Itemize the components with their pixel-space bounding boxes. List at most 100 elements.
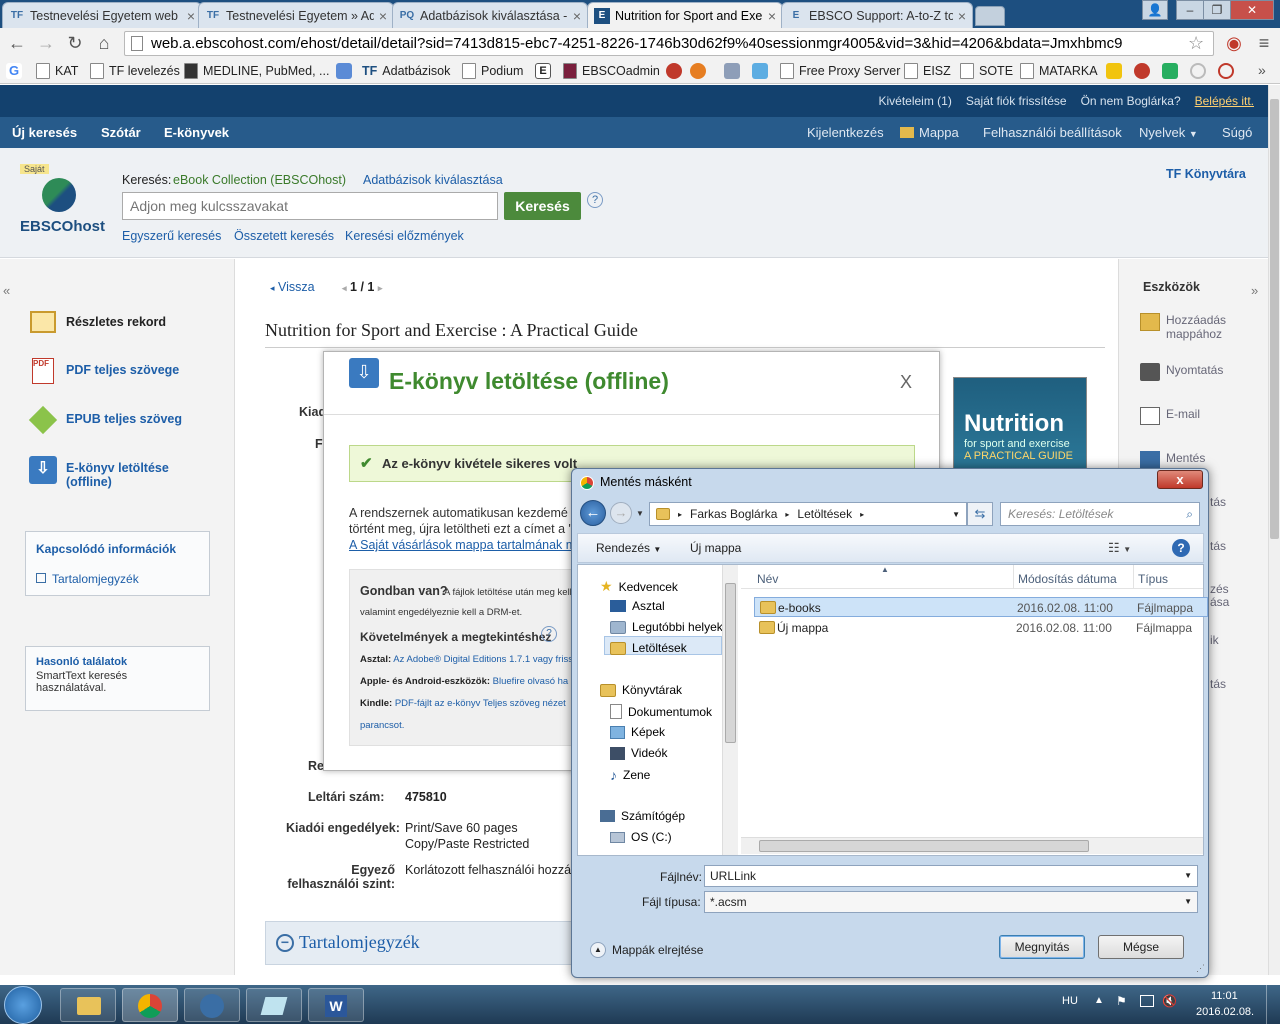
collapse-left-icon[interactable]: « xyxy=(3,283,10,298)
column-modified[interactable]: Módosítás dátuma xyxy=(1018,572,1117,586)
nav-pictures[interactable]: Képek xyxy=(610,725,665,739)
column-type[interactable]: Típus xyxy=(1138,572,1168,586)
nav-desktop[interactable]: Asztal xyxy=(610,599,665,613)
extension-icon[interactable]: ◉ xyxy=(1222,32,1246,54)
caret-left-icon[interactable]: ◂ xyxy=(342,283,347,293)
menu-icon[interactable]: ≡ xyxy=(1252,32,1276,54)
help-link[interactable]: Súgó xyxy=(1222,117,1252,148)
dictionary-link[interactable]: Szótár xyxy=(101,117,141,148)
reload-icon[interactable]: ↻ xyxy=(63,32,87,54)
scrollbar-thumb[interactable] xyxy=(725,583,736,743)
tab-2[interactable]: TF Testnevelési Egyetem » Ad × xyxy=(198,2,394,28)
dialog-back-button[interactable]: ← xyxy=(580,500,606,526)
close-icon[interactable]: × xyxy=(958,8,966,24)
nav-videos[interactable]: Videók xyxy=(610,746,667,760)
nav-favorites[interactable]: ★ Kedvencek xyxy=(600,578,678,595)
help-icon[interactable]: ? xyxy=(541,626,557,642)
advanced-search-link[interactable]: Összetett keresés xyxy=(234,229,334,243)
save-tool[interactable]: Mentés xyxy=(1140,451,1205,469)
nav-libraries[interactable]: Könyvtárak xyxy=(600,683,682,697)
back-icon[interactable]: ← xyxy=(5,32,29,54)
simple-search-link[interactable]: Egyszerű keresés xyxy=(122,229,221,243)
column-name[interactable]: Név xyxy=(757,572,778,586)
hide-folders-toggle[interactable]: ▲ Mappák elrejtése xyxy=(590,942,703,958)
tool-label-partial[interactable]: tás xyxy=(1210,539,1226,553)
app-taskbar-icon[interactable] xyxy=(246,988,302,1022)
volume-muted-icon[interactable]: 🔇 xyxy=(1162,994,1177,1008)
search-button[interactable]: Keresés xyxy=(504,192,581,220)
network-icon[interactable] xyxy=(1140,995,1154,1007)
google-icon[interactable]: G xyxy=(6,63,22,79)
explorer-taskbar-icon[interactable] xyxy=(60,988,116,1022)
scrollbar-thumb[interactable] xyxy=(759,840,1089,852)
bookmark-free-proxy[interactable]: Free Proxy Server xyxy=(780,61,900,81)
chevron-down-icon[interactable]: ▼ xyxy=(952,510,960,519)
clock-time[interactable]: 11:01 xyxy=(1211,990,1238,1002)
tool-label-partial[interactable]: ik xyxy=(1210,633,1219,647)
ebsco-icon[interactable]: E xyxy=(535,63,551,79)
file-list-hscrollbar[interactable] xyxy=(741,837,1203,854)
close-window-button[interactable]: ✕ xyxy=(1230,0,1274,20)
more-bookmarks-icon[interactable]: » xyxy=(1258,62,1266,78)
add-to-folder-tool[interactable]: Hozzáadás mappához xyxy=(1140,313,1240,341)
minimize-button[interactable]: – xyxy=(1176,0,1204,20)
print-tool[interactable]: Nyomtatás xyxy=(1140,363,1223,381)
back-link[interactable]: ◂ Vissza xyxy=(270,280,315,294)
chevron-down-icon[interactable]: ▼ xyxy=(636,509,644,518)
nav-computer[interactable]: Számítógép xyxy=(600,809,685,823)
new-folder-button[interactable]: Új mappa xyxy=(690,541,741,555)
toc-section-header[interactable]: − Tartalomjegyzék xyxy=(265,921,575,965)
bookmark-icon[interactable] xyxy=(690,63,706,79)
bookmark-icon[interactable] xyxy=(1134,63,1150,79)
dialog-search-input[interactable]: Keresés: Letöltések ⌕ xyxy=(1000,502,1200,526)
nav-music[interactable]: ♪ Zene xyxy=(610,767,650,783)
nav-documents[interactable]: Dokumentumok xyxy=(610,704,712,719)
chevron-down-icon[interactable]: ▼ xyxy=(1184,866,1192,886)
folder-link[interactable]: Mappa xyxy=(900,117,959,148)
nav-scrollbar[interactable] xyxy=(722,565,738,855)
scrollbar-thumb[interactable] xyxy=(1270,99,1279,539)
bookmark-tf-levelezes[interactable]: TF levelezés xyxy=(90,61,180,81)
search-history-link[interactable]: Keresési előzmények xyxy=(345,229,464,243)
flag-icon[interactable]: ⚑ xyxy=(1116,994,1127,1008)
modal-close-button[interactable]: X xyxy=(900,372,912,393)
similar-results-title[interactable]: Hasonló találatok xyxy=(36,656,199,668)
bookmark-kat[interactable]: KAT xyxy=(36,61,78,81)
req-kindle-cont[interactable]: parancsot. xyxy=(360,720,404,731)
close-icon[interactable]: × xyxy=(573,8,581,24)
new-search-link[interactable]: Új keresés xyxy=(12,117,77,148)
maximize-button[interactable]: ❐ xyxy=(1203,0,1231,20)
tool-label-partial[interactable]: zés ása xyxy=(1210,583,1240,609)
bookmark-icon[interactable] xyxy=(666,63,682,79)
bookmark-medline[interactable]: MEDLINE, PubMed, ... xyxy=(184,61,329,81)
tab-1[interactable]: TF Testnevelési Egyetem web × xyxy=(2,2,202,28)
nav-downloads[interactable]: Letöltések xyxy=(610,641,687,655)
help-icon[interactable]: ? xyxy=(587,192,603,208)
start-button[interactable] xyxy=(4,986,42,1024)
filetype-select[interactable]: *.acsm ▼ xyxy=(704,891,1198,913)
home-icon[interactable]: ⌂ xyxy=(92,32,116,54)
forward-icon[interactable]: → xyxy=(34,32,58,54)
bookmark-icon[interactable] xyxy=(336,63,352,79)
tool-label-partial[interactable]: tás xyxy=(1210,677,1226,691)
preferences-link[interactable]: Felhasználói beállítások xyxy=(983,117,1122,148)
path-bar[interactable]: ▸ Farkas Boglárka ▸ Letöltések ▸ ▼ xyxy=(649,502,967,526)
login-link[interactable]: Belépés itt. xyxy=(1195,94,1254,108)
bookmark-icon[interactable] xyxy=(752,63,768,79)
collapse-icon[interactable]: − xyxy=(276,934,294,952)
open-button[interactable]: Megnyitás xyxy=(999,935,1085,959)
close-icon[interactable]: × xyxy=(187,8,195,24)
detailed-record-link[interactable]: Részletes rekord xyxy=(28,308,166,336)
help-icon[interactable]: ? xyxy=(1172,539,1190,557)
search-input[interactable] xyxy=(122,192,498,220)
tab-4-active[interactable]: E Nutrition for Sport and Exe × xyxy=(587,2,783,28)
ebooks-link[interactable]: E-könyvek xyxy=(164,117,229,148)
clock-date[interactable]: 2016.02.08. xyxy=(1196,1006,1254,1018)
view-options-icon[interactable]: ☷ ▼ xyxy=(1108,540,1131,556)
toc-link[interactable]: Tartalomjegyzék xyxy=(36,572,139,586)
epub-fulltext-link[interactable]: EPUB teljes szöveg xyxy=(28,405,182,435)
tab-5[interactable]: E EBSCO Support: A-to-Z to × xyxy=(781,2,973,28)
choose-databases-link[interactable]: Adatbázisok kiválasztása xyxy=(363,173,503,187)
nav-os-c[interactable]: OS (C:) xyxy=(610,830,672,844)
chrome-taskbar-icon[interactable] xyxy=(122,988,178,1022)
